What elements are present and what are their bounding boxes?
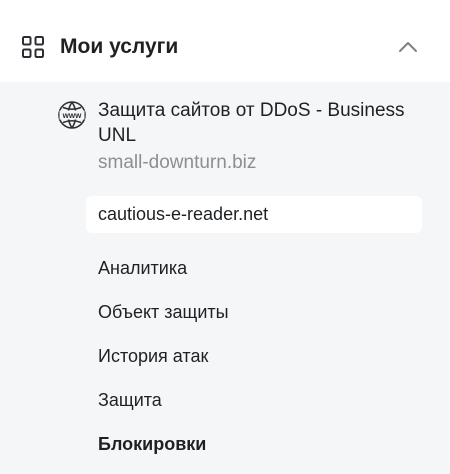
service-domain: small-downturn.biz (98, 152, 257, 173)
service-name: Защита сайтов от DDoS - Business UNL (98, 100, 405, 146)
menu-item-analytics[interactable]: Аналитика (98, 252, 229, 296)
menu-item-attack-history[interactable]: История атак (98, 340, 229, 384)
www-globe-icon: www (58, 101, 86, 129)
chevron-up-icon[interactable] (396, 37, 420, 57)
my-services-header[interactable]: Мои услуги (0, 0, 450, 82)
service-menu: Аналитика Объект защиты История атак Защ… (98, 252, 229, 472)
domain-selector[interactable]: cautious-e-reader.net (86, 196, 422, 233)
section-title: Мои услуги (60, 35, 179, 58)
www-icon-label: www (62, 111, 82, 120)
menu-item-protection-object[interactable]: Объект защиты (98, 296, 229, 340)
grid-icon (22, 36, 44, 58)
menu-item-blocking[interactable]: Блокировки (98, 428, 229, 472)
menu-item-protection[interactable]: Защита (98, 384, 229, 428)
